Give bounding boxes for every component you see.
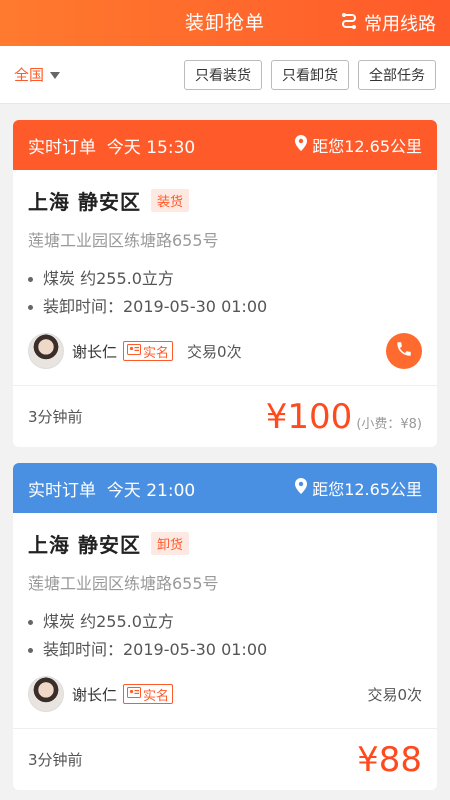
distance-label: 距您12.65公里 bbox=[312, 137, 422, 156]
order-details: 煤炭 约255.0立方 装卸时间：2019-05-30 01:00 bbox=[28, 608, 422, 664]
order-details: 煤炭 约255.0立方 装卸时间：2019-05-30 01:00 bbox=[28, 265, 422, 321]
task-tag: 装货 bbox=[150, 189, 189, 212]
filter-buttons: 只看装货 只看卸货 全部任务 bbox=[184, 59, 436, 90]
distance: 距您12.65公里 bbox=[295, 476, 422, 500]
time-line: 装卸时间：2019-05-30 01:00 bbox=[28, 293, 422, 321]
region-selector[interactable]: 全国 bbox=[14, 64, 61, 85]
id-card-icon bbox=[127, 686, 142, 702]
avatar[interactable] bbox=[28, 676, 64, 712]
phone-icon bbox=[395, 340, 413, 362]
distance-label: 距您12.65公里 bbox=[312, 480, 422, 499]
order-card-footer: 3分钟前 ¥100 (小费：¥8) bbox=[13, 385, 437, 447]
user-name: 谢长仁 bbox=[72, 685, 118, 704]
schedule-time: 装卸时间：2019-05-30 01:00 bbox=[43, 297, 268, 316]
order-card-footer: 3分钟前 ¥88 bbox=[13, 728, 437, 790]
cargo-line: 煤炭 约255.0立方 bbox=[28, 608, 422, 636]
bullet-dot bbox=[28, 647, 33, 653]
city: 上海 静安区 bbox=[28, 190, 141, 214]
posted-time: 3分钟前 bbox=[28, 408, 83, 426]
address: 莲塘工业园区练塘路655号 bbox=[28, 231, 219, 250]
verified-label: 实名 bbox=[143, 688, 170, 704]
verified-label: 实名 bbox=[143, 345, 170, 361]
order-card[interactable]: 实时订单 今天 15:30 距您12.65公里 上海 静安区 装货 莲塘工业园区… bbox=[13, 120, 437, 447]
location-pin-icon bbox=[295, 478, 308, 498]
location-pin-icon bbox=[295, 135, 308, 155]
order-card-header: 实时订单 今天 21:00 距您12.65公里 bbox=[13, 463, 437, 513]
cargo-line: 煤炭 约255.0立方 bbox=[28, 265, 422, 293]
city: 上海 静安区 bbox=[28, 533, 141, 557]
common-routes-button[interactable]: 常用线路 bbox=[340, 0, 436, 46]
filter-bar: 全国 只看装货 只看卸货 全部任务 bbox=[0, 46, 450, 104]
tip-amount: (小费：¥8) bbox=[356, 416, 422, 432]
filter-loading-only-button[interactable]: 只看装货 bbox=[184, 59, 262, 90]
common-routes-label: 常用线路 bbox=[364, 14, 436, 35]
user-row: 谢长仁 实名 交易0次 bbox=[28, 333, 422, 385]
distance: 距您12.65公里 bbox=[295, 133, 422, 157]
id-card-icon bbox=[127, 343, 142, 359]
top-bar: 装卸抢单 常用线路 bbox=[0, 0, 450, 46]
call-button[interactable] bbox=[386, 333, 422, 369]
filter-all-tasks-button[interactable]: 全部任务 bbox=[358, 59, 436, 90]
avatar[interactable] bbox=[28, 333, 64, 369]
schedule-time: 装卸时间：2019-05-30 01:00 bbox=[43, 640, 268, 659]
order-card[interactable]: 实时订单 今天 21:00 距您12.65公里 上海 静安区 卸货 莲塘工业园区… bbox=[13, 463, 437, 790]
deal-count: 交易0次 bbox=[187, 342, 242, 361]
price: ¥88 bbox=[357, 740, 422, 780]
address: 莲塘工业园区练塘路655号 bbox=[28, 574, 219, 593]
user-name: 谢长仁 bbox=[72, 342, 118, 361]
cargo: 煤炭 约255.0立方 bbox=[43, 612, 174, 631]
city-row: 上海 静安区 装货 bbox=[28, 186, 422, 215]
posted-time: 3分钟前 bbox=[28, 751, 83, 769]
deal-count: 交易0次 bbox=[367, 685, 422, 704]
order-list: 实时订单 今天 15:30 距您12.65公里 上海 静安区 装货 莲塘工业园区… bbox=[0, 104, 450, 790]
price-amount: ¥88 bbox=[357, 739, 422, 780]
city-row: 上海 静安区 卸货 bbox=[28, 529, 422, 558]
user-row: 谢长仁 实名 交易0次 bbox=[28, 676, 422, 728]
caret-down-icon bbox=[50, 72, 61, 79]
price: ¥100 (小费：¥8) bbox=[266, 397, 422, 437]
region-label: 全国 bbox=[14, 66, 45, 84]
bullet-dot bbox=[28, 304, 33, 310]
order-type-time: 实时订单 今天 15:30 bbox=[28, 137, 196, 158]
cargo: 煤炭 约255.0立方 bbox=[43, 269, 174, 288]
order-card-header: 实时订单 今天 15:30 距您12.65公里 bbox=[13, 120, 437, 170]
verified-badge: 实名 bbox=[123, 684, 174, 704]
price-amount: ¥100 bbox=[265, 396, 353, 437]
order-card-body: 上海 静安区 装货 莲塘工业园区练塘路655号 煤炭 约255.0立方 装卸时间… bbox=[13, 170, 437, 385]
filter-unloading-only-button[interactable]: 只看卸货 bbox=[271, 59, 349, 90]
order-card-body: 上海 静安区 卸货 莲塘工业园区练塘路655号 煤炭 约255.0立方 装卸时间… bbox=[13, 513, 437, 728]
order-type-time: 实时订单 今天 21:00 bbox=[28, 480, 196, 501]
bullet-dot bbox=[28, 276, 33, 282]
verified-badge: 实名 bbox=[123, 341, 174, 361]
time-line: 装卸时间：2019-05-30 01:00 bbox=[28, 636, 422, 664]
bullet-dot bbox=[28, 619, 33, 625]
route-icon bbox=[340, 12, 358, 35]
task-tag: 卸货 bbox=[150, 532, 189, 555]
